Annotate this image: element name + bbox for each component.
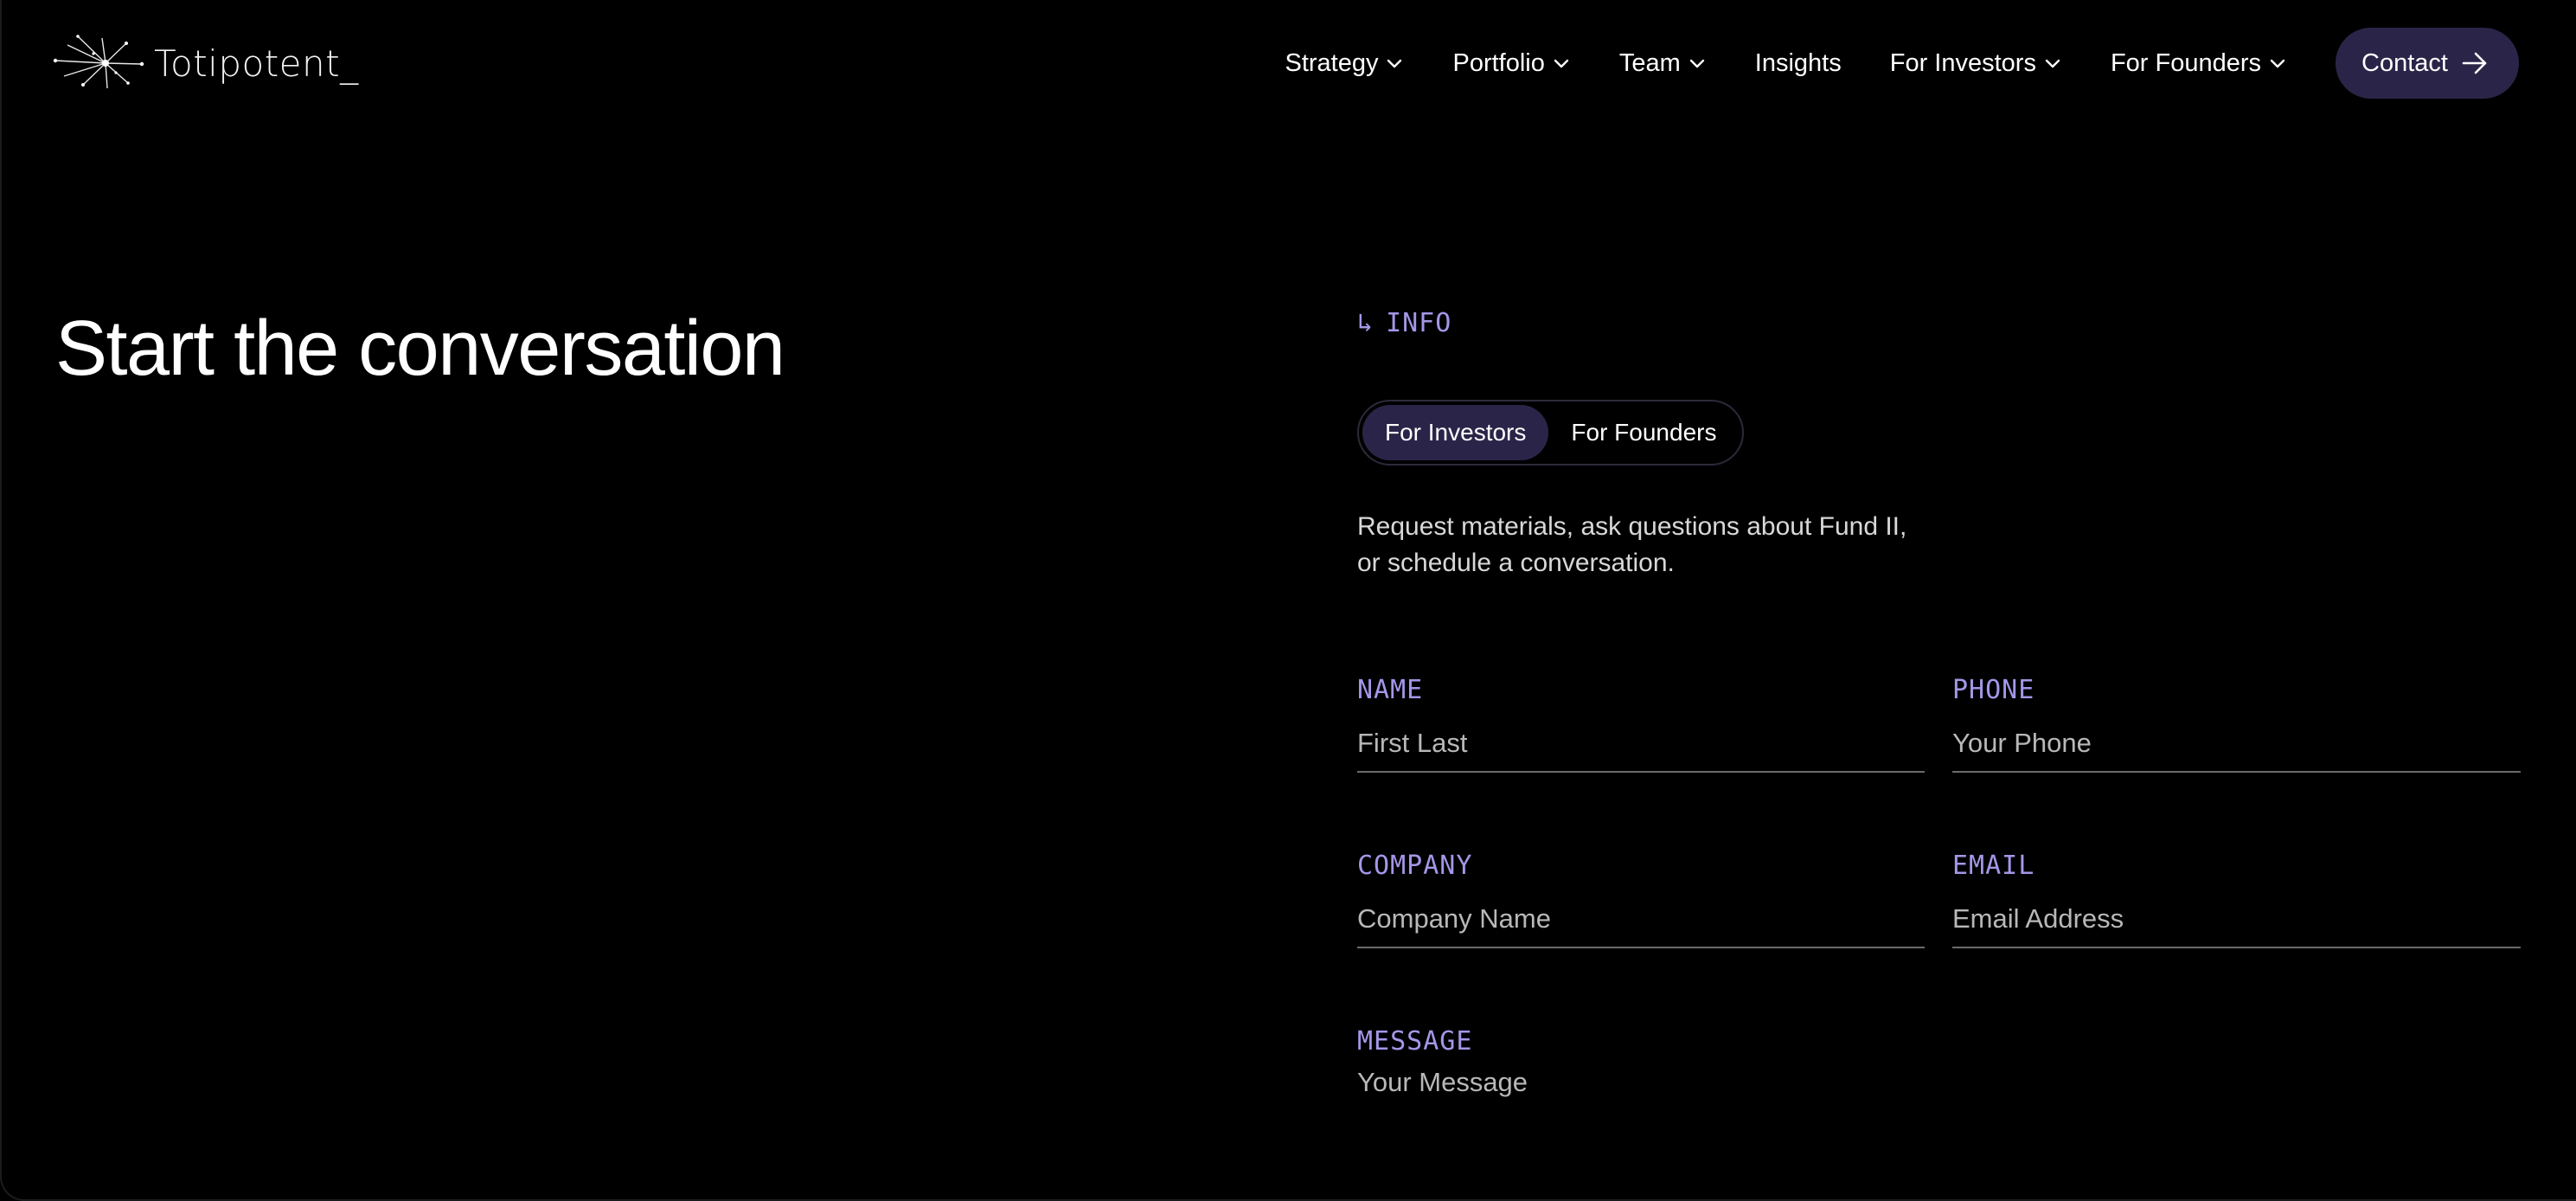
nav-item-portfolio[interactable]: Portfolio	[1452, 49, 1570, 78]
section-tag: ↳ INFO	[1357, 308, 1451, 338]
form-intro-text: Request materials, ask questions about F…	[1357, 512, 1907, 577]
starburst-logo-icon	[53, 35, 144, 89]
chevron-down-icon	[1387, 59, 1402, 68]
nav-item-label: Insights	[1754, 48, 1842, 77]
nav-item-label: For Investors	[1889, 48, 2036, 77]
phone-label: PHONE	[1952, 675, 2035, 705]
phone-input[interactable]	[1952, 728, 2521, 773]
company-field-group: COMPANY	[1357, 851, 1925, 948]
nav-item-label: Strategy	[1285, 48, 1379, 77]
message-label: MESSAGE	[1357, 1026, 1473, 1056]
message-field-group: MESSAGE	[1357, 1026, 2521, 1119]
toggle-for-investors[interactable]: For Investors	[1362, 405, 1549, 460]
page-title: Start the conversation	[55, 305, 785, 392]
name-field-group: NAME	[1357, 675, 1925, 773]
email-field-group: EMAIL	[1952, 851, 2521, 948]
contact-button[interactable]: Contact	[2336, 28, 2519, 99]
name-input[interactable]	[1357, 728, 1925, 773]
company-label: COMPANY	[1357, 851, 1473, 881]
nav-item-for-founders[interactable]: For Founders	[2111, 49, 2287, 78]
message-textarea[interactable]	[1357, 1067, 2521, 1119]
phone-field-group: PHONE	[1952, 675, 2521, 773]
name-label: NAME	[1357, 675, 1424, 705]
brand-logo[interactable]: Totipotent_	[52, 35, 359, 92]
nav-item-team[interactable]: Team	[1619, 49, 1707, 78]
nav-item-for-investors[interactable]: For Investors	[1890, 49, 2062, 78]
contact-button-label: Contact	[2361, 48, 2448, 77]
nav-item-label: Portfolio	[1452, 48, 1545, 77]
nav-item-label: For Founders	[2110, 48, 2262, 77]
nav-item-strategy[interactable]: Strategy	[1285, 49, 1404, 78]
audience-toggle: For Investors For Founders	[1357, 400, 1745, 466]
main-nav: Strategy Portfolio Team Insights For Inv…	[1285, 28, 2519, 99]
return-arrow-icon: ↳	[1357, 308, 1375, 338]
window-frame	[0, 0, 2576, 1201]
company-input[interactable]	[1357, 903, 1925, 948]
arrow-right-icon	[2462, 52, 2487, 74]
nav-item-label: Team	[1618, 48, 1681, 77]
toggle-for-founders[interactable]: For Founders	[1548, 405, 1739, 460]
chevron-down-icon	[1554, 59, 1569, 68]
brand-name: Totipotent_	[154, 42, 359, 85]
chevron-down-icon	[1689, 59, 1704, 68]
email-input[interactable]	[1952, 903, 2521, 948]
section-tag-label: INFO	[1386, 308, 1452, 338]
chevron-down-icon	[2045, 59, 2060, 68]
nav-item-insights[interactable]: Insights	[1755, 49, 1842, 78]
email-label: EMAIL	[1952, 851, 2035, 881]
chevron-down-icon	[2270, 59, 2285, 68]
